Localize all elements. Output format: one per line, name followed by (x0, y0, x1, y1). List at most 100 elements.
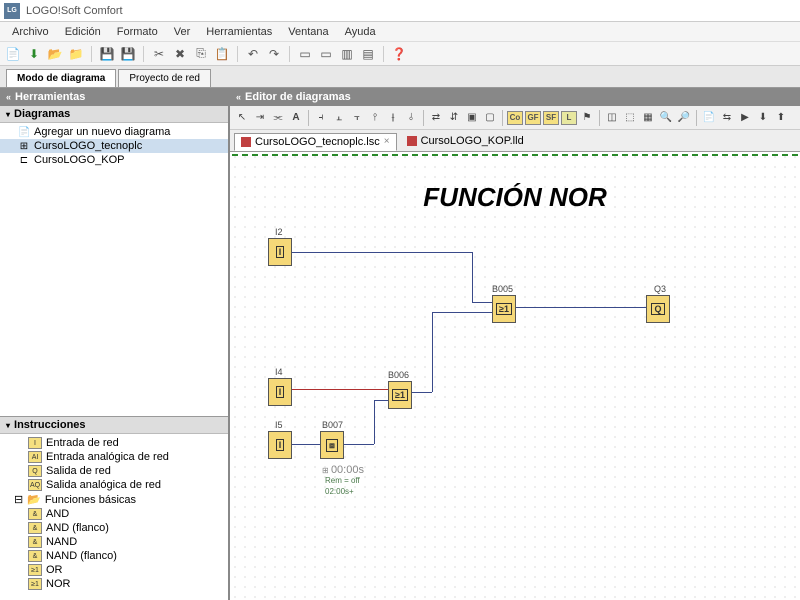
align-center-icon[interactable]: ⫠ (331, 110, 347, 126)
align-bottom-icon[interactable]: ⫰ (403, 110, 419, 126)
saveall-icon[interactable]: 💾 (119, 45, 137, 63)
instr-nor[interactable]: ≥1NOR (0, 577, 228, 591)
wire (472, 252, 473, 302)
paste-icon[interactable]: 📋 (213, 45, 231, 63)
l-box-icon[interactable]: L (561, 111, 577, 125)
collapse-icon[interactable]: « (236, 92, 241, 102)
wire (292, 389, 388, 390)
zoom-out-icon[interactable]: 🔎 (676, 110, 692, 126)
align-top-icon[interactable]: ⫯ (367, 110, 383, 126)
menu-edit[interactable]: Edición (57, 26, 109, 38)
collapse-icon[interactable]: « (6, 92, 11, 102)
split3-icon[interactable]: ▦ (640, 110, 656, 126)
instr-net-output[interactable]: QSalida de red (0, 464, 228, 478)
connect-icon[interactable]: ⇥ (252, 110, 268, 126)
sf-box-icon[interactable]: SF (543, 111, 559, 125)
separator (91, 46, 92, 62)
pointer-icon[interactable]: ↖ (234, 110, 250, 126)
add-diagram-item[interactable]: 📄 Agregar un nuevo diagrama (0, 125, 228, 139)
dist-v-icon[interactable]: ⇵ (446, 110, 462, 126)
undo-icon[interactable]: ↶ (244, 45, 262, 63)
back-icon[interactable]: ▢ (482, 110, 498, 126)
download-icon[interactable]: ⬇ (755, 110, 771, 126)
window3-icon[interactable]: ▥ (338, 45, 356, 63)
down-arrow-icon[interactable]: ⬇ (25, 45, 43, 63)
block-b007[interactable]: ⧈ (320, 431, 344, 459)
sim-icon[interactable]: ▶ (737, 110, 753, 126)
save-icon[interactable]: 💾 (98, 45, 116, 63)
app-title: LOGO!Soft Comfort (26, 5, 123, 17)
instr-net-analog-input[interactable]: AIEntrada analógica de red (0, 450, 228, 464)
window4-icon[interactable]: ▤ (359, 45, 377, 63)
menu-view[interactable]: Ver (166, 26, 199, 38)
block-b005[interactable]: ≥1 (492, 295, 516, 323)
link-icon[interactable]: ⫘ (270, 110, 286, 126)
upload-icon[interactable]: ⬆ (773, 110, 789, 126)
co-box-icon[interactable]: Co (507, 111, 523, 125)
align-right-icon[interactable]: ⫟ (349, 110, 365, 126)
open-icon[interactable]: 📂 (46, 45, 64, 63)
close-icon[interactable]: 📁 (67, 45, 85, 63)
file-tab[interactable]: CursoLOGO_KOP.lld (401, 133, 530, 149)
block-label-q3: Q3 (654, 284, 666, 294)
block-b006[interactable]: ≥1 (388, 381, 412, 409)
close-tab-icon[interactable]: × (384, 136, 390, 147)
instr-net-analog-output[interactable]: AQSalida analógica de red (0, 478, 228, 492)
app-logo-icon: LG (4, 3, 20, 19)
diagram-canvas[interactable]: FUNCIÓN NOR I2 I B005 ≥1 Q3 Q I4 I B006 … (230, 152, 800, 600)
menu-window[interactable]: Ventana (280, 26, 336, 38)
tab-diagram-mode[interactable]: Modo de diagrama (6, 69, 116, 87)
instr-basic-folder[interactable]: ⊟📂Funciones básicas (0, 492, 228, 507)
zoom-in-icon[interactable]: 🔍 (658, 110, 674, 126)
instr-net-input[interactable]: IEntrada de red (0, 436, 228, 450)
file-tab-active[interactable]: CursoLOGO_tecnoplc.lsc × (234, 133, 397, 151)
align-mid-icon[interactable]: ⫲ (385, 110, 401, 126)
delete-icon[interactable]: ✖ (171, 45, 189, 63)
add-icon: 📄 (18, 127, 30, 138)
flag-icon[interactable]: ⚑ (579, 110, 595, 126)
tab-network-project[interactable]: Proyecto de red (118, 69, 211, 87)
menu-file[interactable]: Archivo (4, 26, 57, 38)
wire (432, 312, 492, 313)
front-icon[interactable]: ▣ (464, 110, 480, 126)
block-i2[interactable]: I (268, 238, 292, 266)
menu-tools[interactable]: Herramientas (198, 26, 280, 38)
help-icon[interactable]: ❓ (390, 45, 408, 63)
copy-icon[interactable]: ⎘ (192, 45, 210, 63)
window2-icon[interactable]: ▭ (317, 45, 335, 63)
block-i4[interactable]: I (268, 378, 292, 406)
menu-help[interactable]: Ayuda (337, 26, 384, 38)
convert-icon[interactable]: ⇆ (719, 110, 735, 126)
minus-icon: ⊟ (14, 493, 23, 506)
align-left-icon[interactable]: ⫞ (313, 110, 329, 126)
block-label-i4: I4 (275, 367, 283, 377)
diagrams-header[interactable]: ▾ Diagramas (0, 106, 228, 123)
menu-format[interactable]: Formato (109, 26, 166, 38)
block-i5[interactable]: I (268, 431, 292, 459)
split1-icon[interactable]: ◫ (604, 110, 620, 126)
instr-nand-edge[interactable]: &NAND (flanco) (0, 549, 228, 563)
cut-icon[interactable]: ✂ (150, 45, 168, 63)
wire (412, 392, 432, 393)
dist-h-icon[interactable]: ⇄ (428, 110, 444, 126)
text-icon[interactable]: A (288, 110, 304, 126)
window1-icon[interactable]: ▭ (296, 45, 314, 63)
redo-icon[interactable]: ↷ (265, 45, 283, 63)
instr-and-edge[interactable]: &AND (flanco) (0, 521, 228, 535)
instr-nand[interactable]: &NAND (0, 535, 228, 549)
instr-or[interactable]: ≥1OR (0, 563, 228, 577)
titlebar: LG LOGO!Soft Comfort (0, 0, 800, 22)
diagram-item[interactable]: ⊏ CursoLOGO_KOP (0, 153, 228, 167)
left-panel: « Herramientas ▾ Diagramas 📄 Agregar un … (0, 88, 230, 600)
diagram-item[interactable]: ⊞ CursoLOGO_tecnoplc (0, 139, 228, 153)
block-q3[interactable]: Q (646, 295, 670, 323)
separator (143, 46, 144, 62)
editor-toolbar: ↖ ⇥ ⫘ A ⫞ ⫠ ⫟ ⫯ ⫲ ⫰ ⇄ ⇵ ▣ ▢ Co GF SF L ⚑… (230, 106, 800, 130)
page-icon[interactable]: 📄 (701, 110, 717, 126)
new-icon[interactable]: 📄 (4, 45, 22, 63)
gf-box-icon[interactable]: GF (525, 111, 541, 125)
split2-icon[interactable]: ⬚ (622, 110, 638, 126)
instructions-header[interactable]: ▾ Instrucciones (0, 417, 228, 434)
separator (696, 110, 697, 126)
instr-and[interactable]: &AND (0, 507, 228, 521)
